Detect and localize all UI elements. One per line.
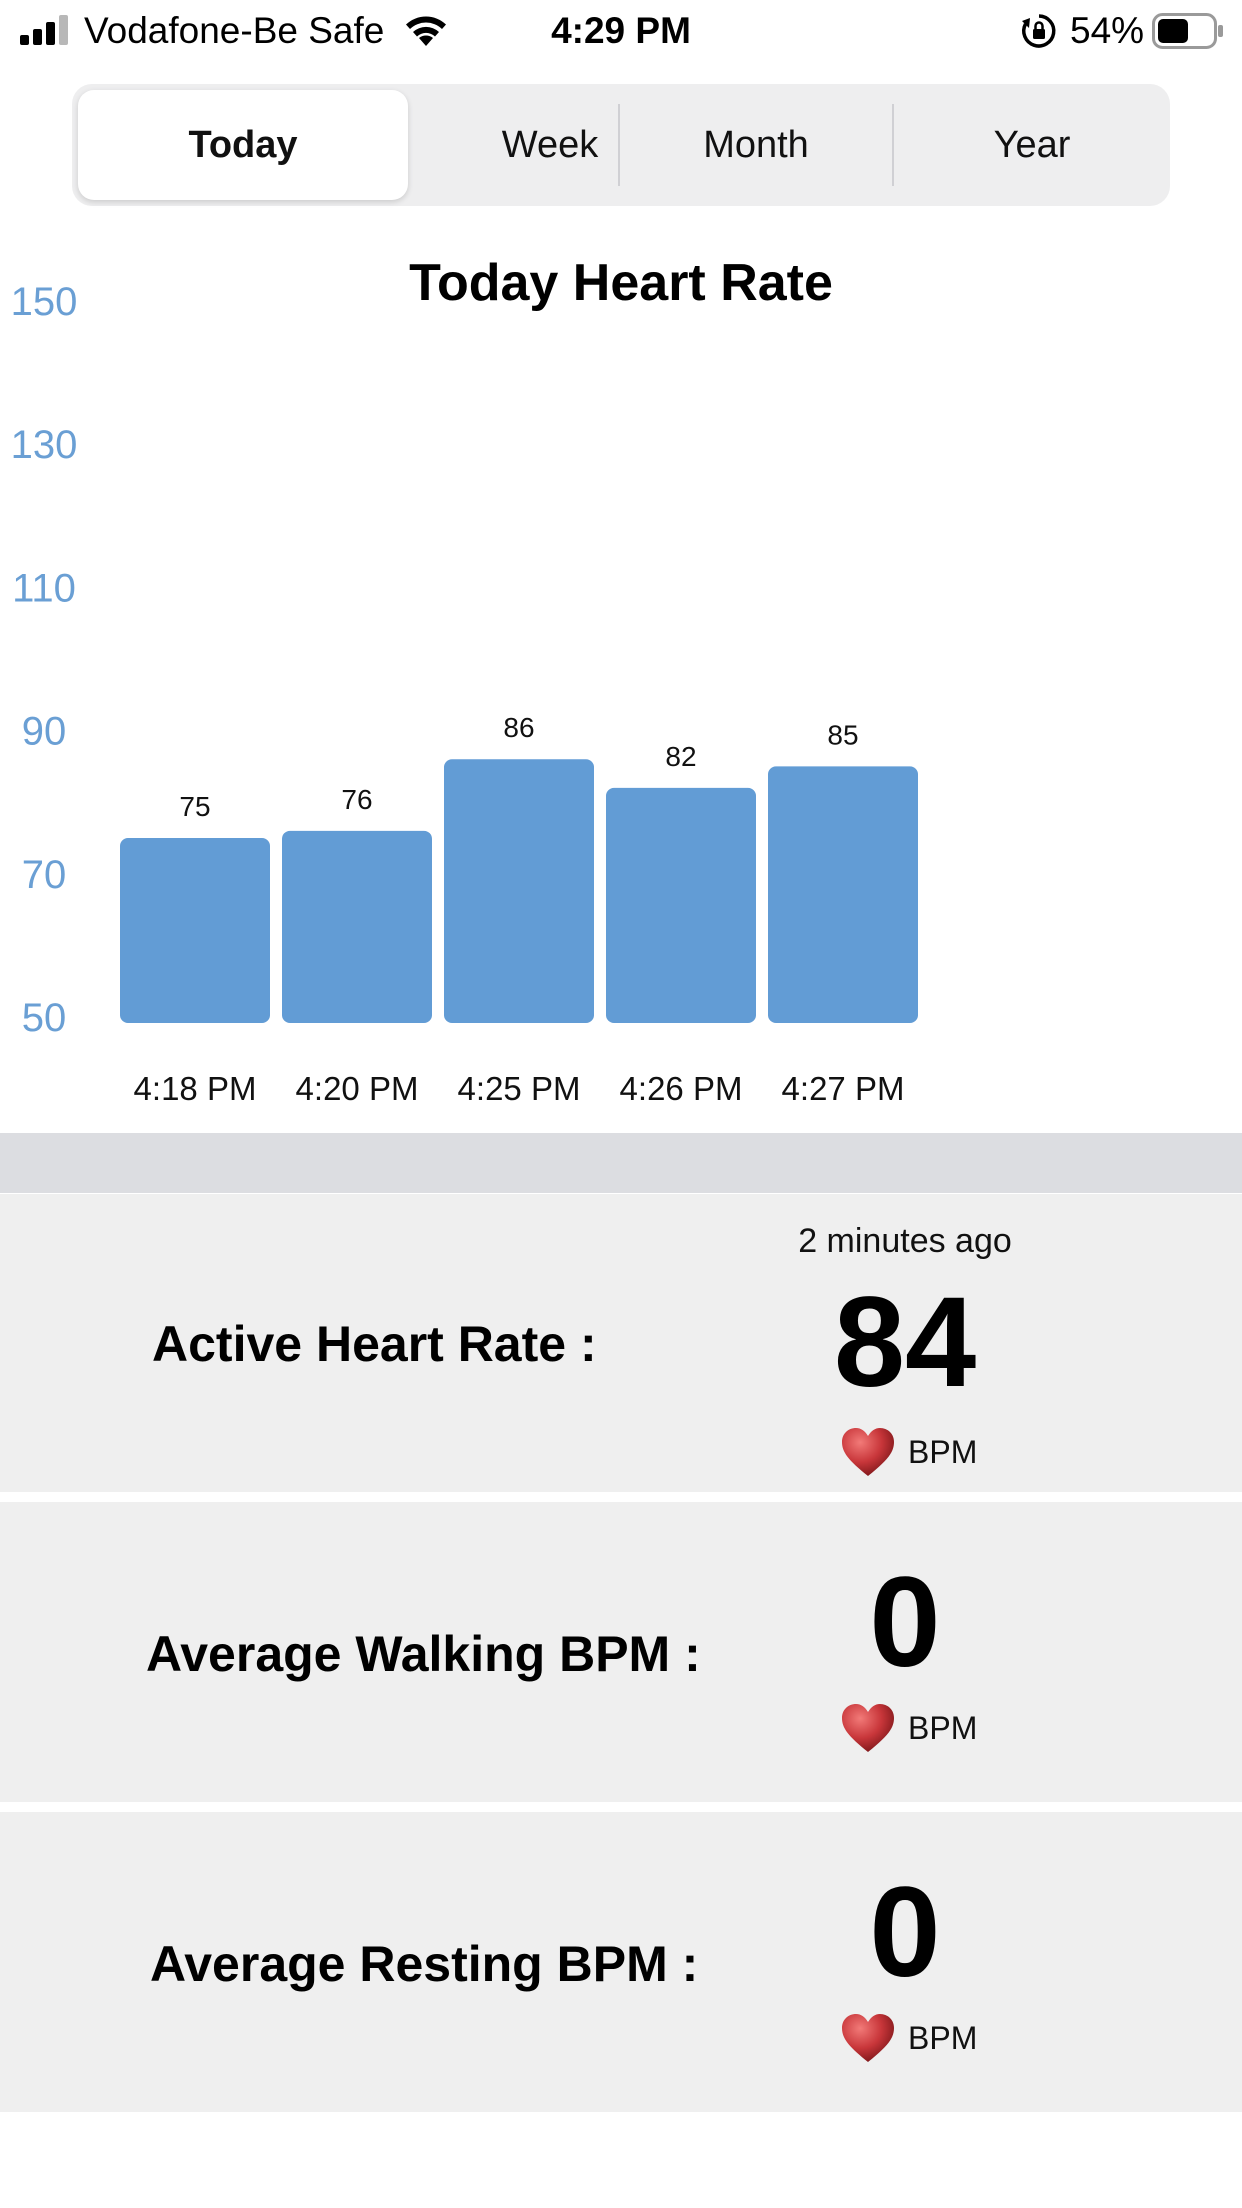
active-heart-rate-label: Active Heart Rate : <box>152 1316 597 1372</box>
x-tick-label: 4:18 PM <box>134 1070 257 1107</box>
bpm-unit: BPM <box>840 2010 977 2066</box>
bar[interactable] <box>282 830 432 1023</box>
status-bar: Vodafone-Be Safe 4:29 PM 54% <box>0 0 1242 62</box>
x-tick-label: 4:26 PM <box>620 1070 743 1107</box>
battery-icon <box>1152 13 1223 49</box>
x-tick-label: 4:25 PM <box>458 1070 581 1107</box>
battery-percent: 54% <box>1070 10 1145 51</box>
average-walking-bpm-label: Average Walking BPM : <box>146 1626 701 1682</box>
x-tick-label: 4:20 PM <box>296 1070 419 1107</box>
bpm-unit: BPM <box>840 1424 977 1480</box>
period-segmented-control: Today Week Month Year <box>72 84 1170 206</box>
active-heart-rate-value: 84 <box>833 1271 977 1414</box>
average-resting-bpm-card: Average Resting BPM : 0 BPM <box>0 1812 1242 2112</box>
y-tick-label: 50 <box>22 996 67 1040</box>
bar[interactable] <box>444 759 594 1023</box>
tab-year[interactable]: Year <box>894 84 1170 206</box>
section-separator <box>0 1133 1242 1193</box>
bar[interactable] <box>606 787 756 1023</box>
bpm-label: BPM <box>908 1433 978 1470</box>
y-tick-label: 130 <box>11 423 78 467</box>
y-tick-label: 110 <box>12 566 76 610</box>
bar[interactable] <box>768 766 918 1023</box>
bpm-unit: BPM <box>840 1700 977 1756</box>
average-resting-bpm-value: 0 <box>869 1861 941 2004</box>
y-tick-label: 150 <box>11 280 78 324</box>
heart-icon <box>842 2014 894 2062</box>
tab-today[interactable]: Today <box>78 90 408 200</box>
heart-icon <box>842 1428 894 1476</box>
bar[interactable] <box>120 838 270 1023</box>
rotation-lock-icon <box>1022 14 1056 48</box>
bar-value-label: 76 <box>341 784 372 815</box>
average-resting-bpm-label: Average Resting BPM : <box>150 1936 699 1992</box>
bpm-label: BPM <box>908 2019 978 2056</box>
average-walking-bpm-value: 0 <box>869 1551 941 1694</box>
tab-month[interactable]: Month <box>620 84 892 206</box>
heart-icon <box>842 1704 894 1752</box>
active-heart-rate-card: Active Heart Rate : 2 minutes ago 84 BPM <box>0 1194 1242 1492</box>
bar-value-label: 82 <box>665 741 696 772</box>
y-tick-label: 70 <box>22 853 67 897</box>
last-updated-timestamp: 2 minutes ago <box>798 1222 1012 1260</box>
y-tick-label: 90 <box>22 710 67 754</box>
average-walking-bpm-card: Average Walking BPM : 0 BPM <box>0 1502 1242 1802</box>
bpm-label: BPM <box>908 1709 978 1746</box>
bar-value-label: 85 <box>827 719 858 750</box>
bar-value-label: 86 <box>503 712 534 743</box>
x-tick-label: 4:27 PM <box>782 1070 905 1107</box>
heart-rate-bar-chart: 150 130 110 90 70 50 75 4:18 PM 76 4:20 PM 86 4:25 … <box>11 280 918 1107</box>
bar-value-label: 75 <box>179 791 210 822</box>
